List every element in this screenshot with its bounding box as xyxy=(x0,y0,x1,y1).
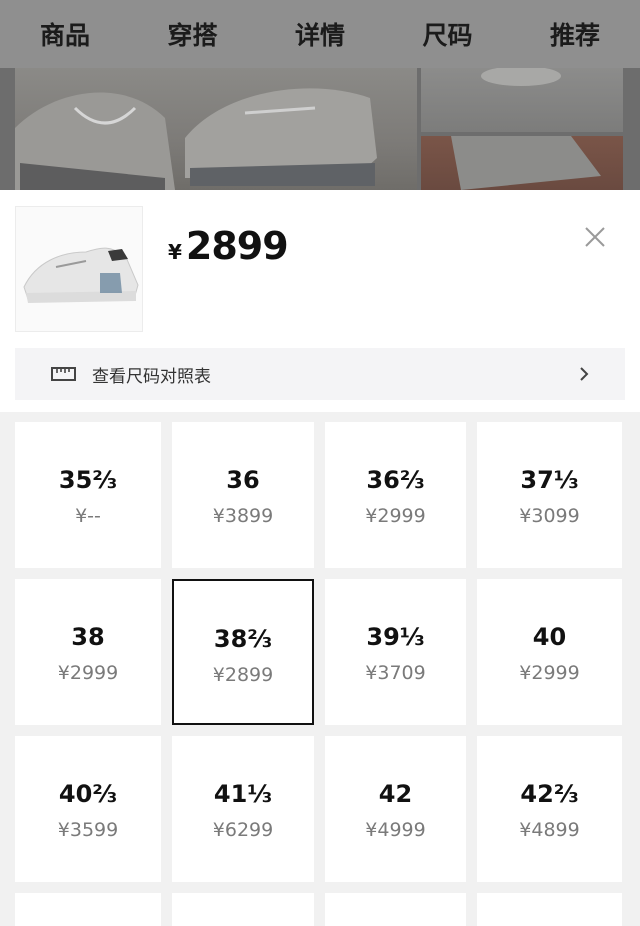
product-thumbnail xyxy=(15,206,143,332)
size-option-37-1-3[interactable]: 37⅓ ¥3099 xyxy=(477,422,622,568)
size-option-38[interactable]: 38 ¥2999 xyxy=(15,579,161,725)
size-option-42-2-3[interactable]: 42⅔ ¥4899 xyxy=(477,736,622,882)
size-option-next-row[interactable] xyxy=(477,893,622,926)
size-label: 37⅓ xyxy=(520,466,579,494)
size-option-35-2-3[interactable]: 35⅔ ¥-- xyxy=(15,422,161,568)
product-photo-detail xyxy=(421,136,623,190)
size-option-38-2-3-selected[interactable]: 38⅔ ¥2899 xyxy=(172,579,314,725)
size-option-42[interactable]: 42 ¥4999 xyxy=(325,736,466,882)
size-label: 36⅔ xyxy=(366,466,425,494)
size-label: 35⅔ xyxy=(58,466,118,494)
size-price: ¥2999 xyxy=(365,505,426,527)
size-price: ¥4899 xyxy=(519,819,580,841)
size-option-41-1-3[interactable]: 41⅓ ¥6299 xyxy=(172,736,314,882)
size-label: 38 xyxy=(71,623,105,651)
price-amount: 2899 xyxy=(185,224,289,268)
tab-details[interactable]: 详情 xyxy=(295,16,345,52)
ruler-icon xyxy=(51,367,76,381)
size-option-40[interactable]: 40 ¥2999 xyxy=(477,579,622,725)
size-option-36[interactable]: 36 ¥3899 xyxy=(172,422,314,568)
size-label: 36 xyxy=(226,466,260,494)
size-price: ¥4999 xyxy=(365,819,426,841)
size-option-next-row[interactable] xyxy=(15,893,161,926)
size-label: 42 xyxy=(378,780,413,808)
size-option-36-2-3[interactable]: 36⅔ ¥2999 xyxy=(325,422,466,568)
size-price: ¥2899 xyxy=(212,664,274,686)
size-selector-sheet: ¥2899 查看尺码对照表 35⅔ ¥-- 36 ¥3899 36⅔ ¥2999… xyxy=(0,190,640,926)
size-chart-link[interactable]: 查看尺码对照表 xyxy=(15,348,625,400)
tab-product[interactable]: 商品 xyxy=(40,16,90,52)
size-option-40-2-3[interactable]: 40⅔ ¥3599 xyxy=(15,736,161,882)
size-price: ¥2999 xyxy=(57,662,119,684)
size-price: ¥3899 xyxy=(212,505,274,527)
tab-size[interactable]: 尺码 xyxy=(422,16,472,52)
size-price: ¥2999 xyxy=(519,662,580,684)
size-label: 39⅓ xyxy=(366,623,425,651)
size-chart-label: 查看尺码对照表 xyxy=(92,366,211,387)
size-price: ¥3709 xyxy=(365,662,426,684)
top-tab-bar: 商品 穿搭 详情 尺码 推荐 xyxy=(0,0,640,74)
size-price: ¥3599 xyxy=(57,819,119,841)
size-label: 42⅔ xyxy=(520,780,579,808)
size-grid-area: 35⅔ ¥-- 36 ¥3899 36⅔ ¥2999 37⅓ ¥3099 38 xyxy=(0,412,640,926)
product-photo-side xyxy=(421,68,623,132)
close-icon[interactable] xyxy=(584,226,606,248)
size-label: 38⅔ xyxy=(213,625,273,653)
size-option-next-row[interactable] xyxy=(325,893,466,926)
currency-symbol: ¥ xyxy=(168,240,182,264)
chevron-right-icon xyxy=(580,367,589,381)
tab-outfits[interactable]: 穿搭 xyxy=(167,16,218,74)
product-photo-main xyxy=(15,68,417,190)
size-price: ¥3099 xyxy=(519,505,580,527)
size-option-39-1-3[interactable]: 39⅓ ¥3709 xyxy=(325,579,466,725)
selected-price: ¥2899 xyxy=(168,224,289,268)
product-photo-strip xyxy=(0,68,640,190)
size-label: 40⅔ xyxy=(58,780,118,808)
size-label: 40 xyxy=(532,623,567,651)
size-price: ¥6299 xyxy=(212,819,274,841)
tab-recommend[interactable]: 推荐 xyxy=(550,16,600,52)
size-price: ¥-- xyxy=(75,505,101,527)
size-label: 41⅓ xyxy=(213,780,273,808)
size-option-next-row[interactable] xyxy=(172,893,314,926)
size-grid: 35⅔ ¥-- 36 ¥3899 36⅔ ¥2999 37⅓ ¥3099 38 xyxy=(15,422,622,926)
